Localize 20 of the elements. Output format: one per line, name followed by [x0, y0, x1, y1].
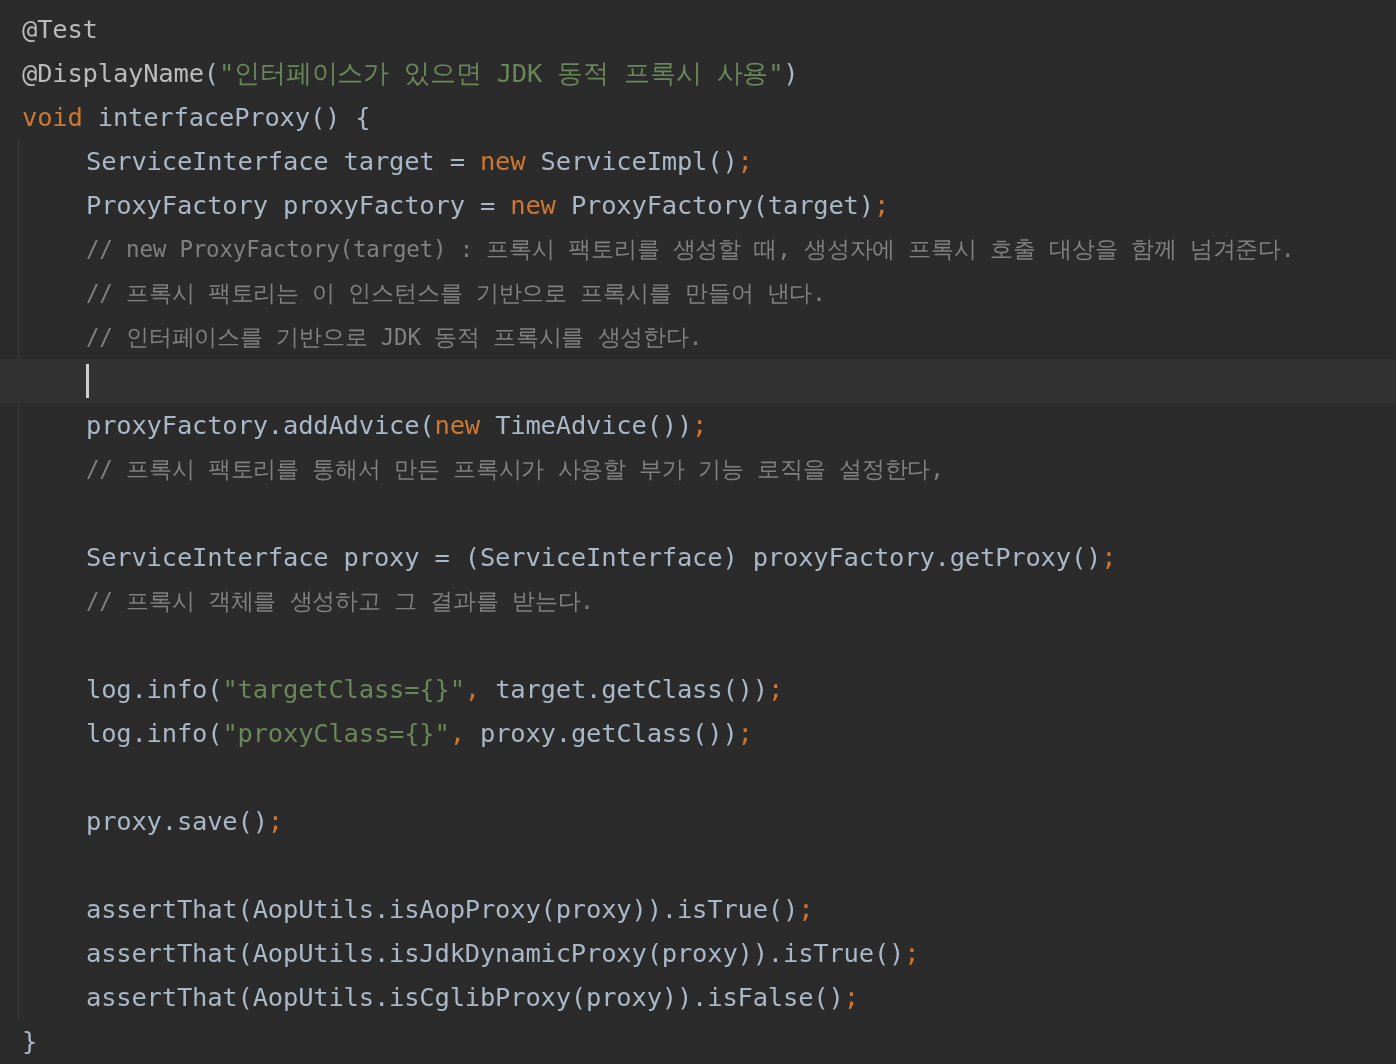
code-line: proxyFactory.addAdvice(new TimeAdvice());: [86, 410, 708, 440]
code-comment: // new ProxyFactory(target) : 프록시 팩토리를 생성할 때, 생성자에 프록시 호출 대상을 함께 넘겨준다.: [86, 235, 1295, 264]
code-line: ServiceInterface proxy = (ServiceInterface) proxyFactory.getProxy();: [86, 542, 1117, 572]
code-line: log.info("proxyClass={}", proxy.getClass());: [86, 718, 753, 748]
code-line: assertThat(AopUtils.isJdkDynamicProxy(proxy)).isTrue();: [86, 938, 920, 968]
code-comment: // 프록시 객체를 생성하고 그 결과를 받는다.: [86, 587, 594, 616]
code-comment: // 인터페이스를 기반으로 JDK 동적 프록시를 생성한다.: [86, 323, 703, 352]
code-line: log.info("targetClass={}", target.getClass());: [86, 674, 784, 704]
code-comment: // 프록시 팩토리는 이 인스턴스를 기반으로 프록시를 만들어 낸다.: [86, 279, 826, 308]
code-line: void interfaceProxy() {: [22, 102, 371, 132]
code-line: @DisplayName("인터페이스가 있으면 JDK 동적 프록시 사용"): [22, 56, 799, 90]
code-line: assertThat(AopUtils.isCglibProxy(proxy)).isFalse();: [86, 982, 859, 1012]
code-line: ServiceInterface target = new ServiceImpl();: [86, 146, 753, 176]
code-line: ProxyFactory proxyFactory = new ProxyFactory(target);: [86, 190, 890, 220]
code-line: @Test: [22, 14, 98, 44]
code-comment: // 프록시 팩토리를 통해서 만든 프록시가 사용할 부가 기능 로직을 설정한다,: [86, 455, 944, 484]
code-line: assertThat(AopUtils.isAopProxy(proxy)).isTrue();: [86, 894, 814, 924]
text-cursor: [86, 364, 89, 398]
code-line: proxy.save();: [86, 806, 283, 836]
code-line: }: [22, 1026, 38, 1056]
